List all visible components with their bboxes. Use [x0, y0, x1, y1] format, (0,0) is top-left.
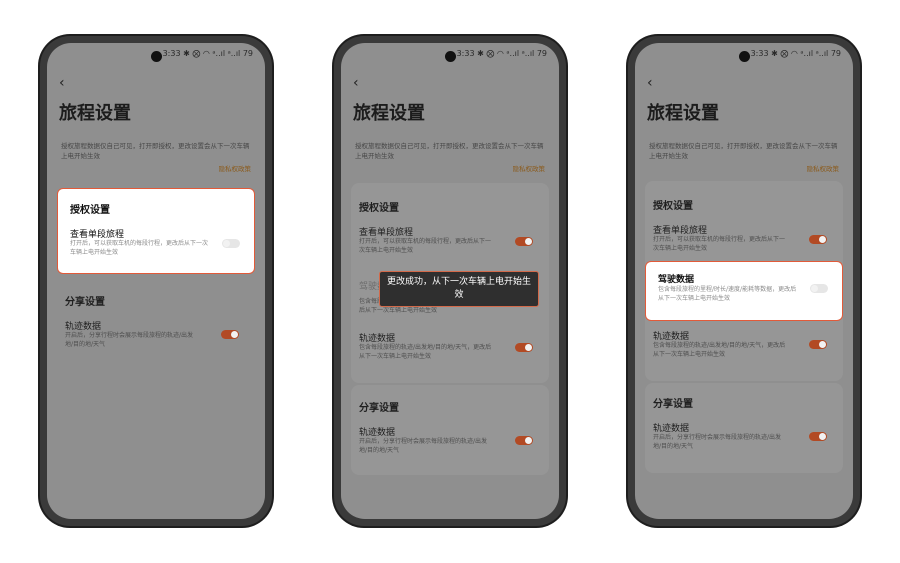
share-section-title: 分享设置: [653, 399, 693, 410]
back-icon[interactable]: ‹: [59, 75, 65, 91]
share-track-desc: 开启后，分享行程时会展示每段旅程的轨迹/出发地/目的地/天气: [653, 434, 782, 450]
track-data-desc: 包含每段旅程的轨迹/出发地/目的地/天气，更改后从下一次车辆上电开始生效: [653, 342, 786, 358]
phone-2: 3:33 ✱ ⨂ ◠ ᵃ..ıl ᵃ..ıl 79 ‹ 旅程设置 授权旅程数据仅…: [334, 36, 566, 526]
auth-section-title: 授权设置: [70, 205, 110, 216]
share-section-title: 分享设置: [65, 297, 105, 308]
single-trip-desc: 打开后，可以获取车机的每段行程，更改后从下一次车辆上电开始生效: [653, 236, 786, 252]
success-toast: 更改成功，从下一次车辆上电开始生效: [379, 271, 539, 307]
status-bar: 3:33 ✱ ⨂ ◠ ᵃ..ıl ᵃ..ıl 79: [456, 49, 547, 58]
share-track-desc: 开启后，分享行程时会展示每段旅程的轨迹/出发地/目的地/天气: [359, 438, 488, 454]
share-track-toggle[interactable]: [809, 432, 827, 441]
highlight-auth-card: 授权设置 查看单段旅程 打开后，可以获取车机的每段行程，更改后从下一次车辆上电开…: [57, 188, 255, 274]
share-track-toggle[interactable]: [221, 330, 239, 339]
track-data-desc: 包含每段旅程的轨迹/出发地/目的地/天气，更改后从下一次车辆上电开始生效: [359, 344, 492, 360]
status-bar: 3:33 ✱ ⨂ ◠ ᵃ..ıl ᵃ..ıl 79: [750, 49, 841, 58]
screen-3: 3:33 ✱ ⨂ ◠ ᵃ..ıl ᵃ..ıl 79 ‹ 旅程设置 授权旅程数据仅…: [635, 43, 853, 519]
share-track-desc: 开启后，分享行程时会展示每段旅程的轨迹/出发地/目的地/天气: [65, 332, 194, 348]
page-title: 旅程设置: [59, 103, 131, 124]
driving-data-title: 驾驶数据: [658, 275, 695, 285]
phone-3: 3:33 ✱ ⨂ ◠ ᵃ..ıl ᵃ..ıl 79 ‹ 旅程设置 授权旅程数据仅…: [628, 36, 860, 526]
front-camera: [445, 51, 456, 62]
front-camera: [151, 51, 162, 62]
single-trip-toggle[interactable]: [809, 235, 827, 244]
privacy-policy-link[interactable]: 隐私权政策: [807, 163, 840, 173]
notice-text: 授权旅程数据仅自己可见，打开即授权，更改设置会从下一次车辆上电开始生效: [61, 142, 250, 160]
single-trip-desc: 打开后，可以获取车机的每段行程，更改后从下一次车辆上电开始生效: [359, 238, 492, 254]
front-camera: [739, 51, 750, 62]
page-title: 旅程设置: [647, 103, 719, 124]
driving-data-toggle[interactable]: [810, 284, 828, 293]
screen-1: 3:33 ✱ ⨂ ◠ ᵃ..ıl ᵃ..ıl 79 ‹ 旅程设置 授权旅程数据仅…: [47, 43, 265, 519]
notice-text: 授权旅程数据仅自己可见，打开即授权，更改设置会从下一次车辆上电开始生效: [649, 142, 838, 160]
auth-section-title: 授权设置: [359, 203, 399, 214]
privacy-policy-link[interactable]: 隐私权政策: [219, 163, 252, 173]
share-track-toggle[interactable]: [515, 436, 533, 445]
share-section-title: 分享设置: [359, 403, 399, 414]
back-icon[interactable]: ‹: [647, 75, 653, 91]
track-data-toggle[interactable]: [809, 340, 827, 349]
screen-2: 3:33 ✱ ⨂ ◠ ᵃ..ıl ᵃ..ıl 79 ‹ 旅程设置 授权旅程数据仅…: [341, 43, 559, 519]
driving-data-desc: 包含每段旅程的里程/时长/速度/能耗等数据，更改后从下一次车辆上电开始生效: [658, 286, 797, 302]
highlight-driving-data: 驾驶数据 包含每段旅程的里程/时长/速度/能耗等数据，更改后从下一次车辆上电开始…: [645, 261, 843, 321]
track-data-toggle[interactable]: [515, 343, 533, 352]
auth-section-title: 授权设置: [653, 201, 693, 212]
single-trip-toggle[interactable]: [515, 237, 533, 246]
phone-1: 3:33 ✱ ⨂ ◠ ᵃ..ıl ᵃ..ıl 79 ‹ 旅程设置 授权旅程数据仅…: [40, 36, 272, 526]
privacy-policy-link[interactable]: 隐私权政策: [513, 163, 546, 173]
single-trip-toggle[interactable]: [222, 239, 240, 248]
notice-text: 授权旅程数据仅自己可见，打开即授权，更改设置会从下一次车辆上电开始生效: [355, 142, 544, 160]
single-trip-desc: 打开后，可以获取车机的每段行程，更改后从下一次车辆上电开始生效: [70, 240, 209, 256]
page-title: 旅程设置: [353, 103, 425, 124]
back-icon[interactable]: ‹: [353, 75, 359, 91]
status-bar: 3:33 ✱ ⨂ ◠ ᵃ..ıl ᵃ..ıl 79: [162, 49, 253, 58]
